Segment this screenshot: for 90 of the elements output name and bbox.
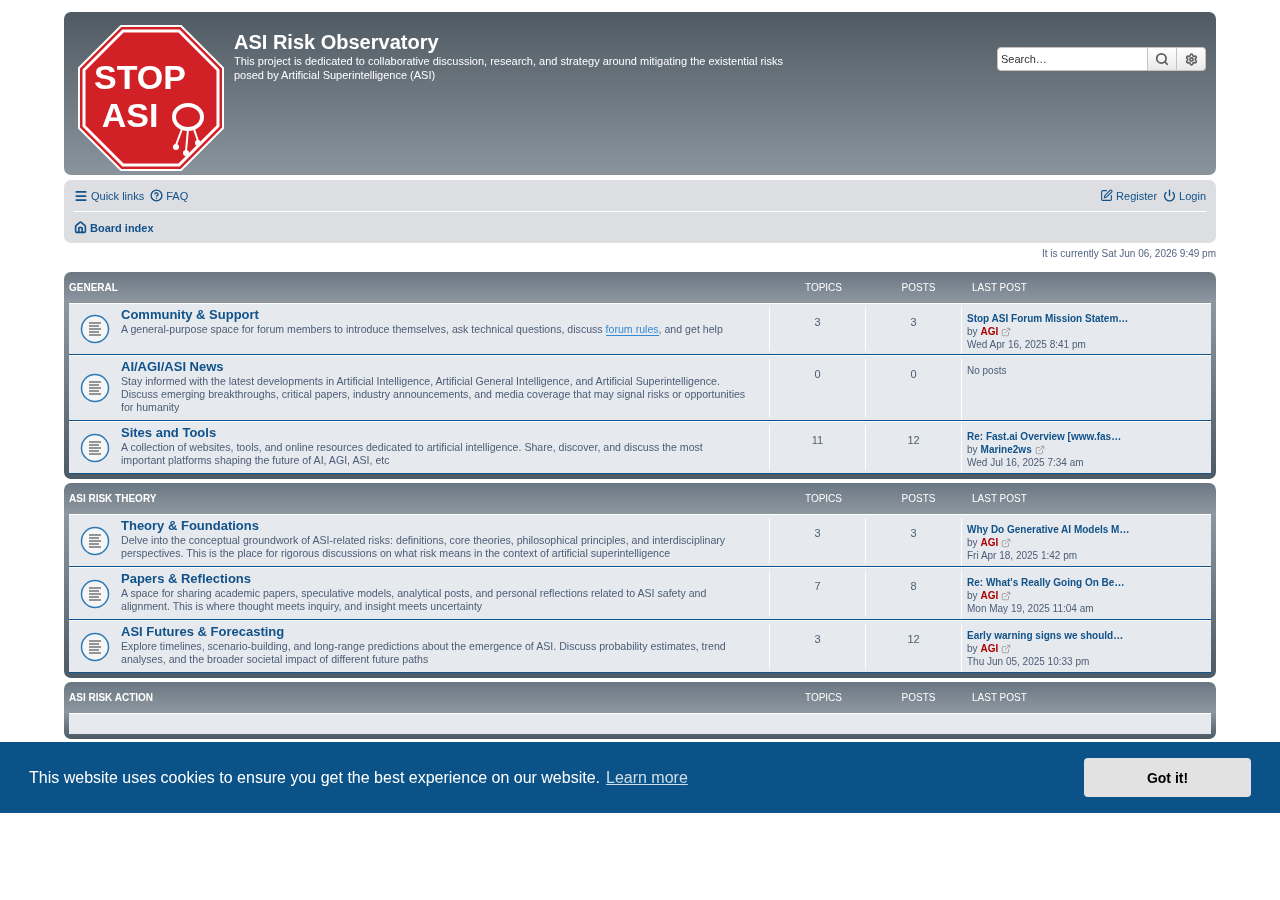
forum-title[interactable]: Papers & Reflections bbox=[121, 571, 252, 587]
forum-icon bbox=[80, 578, 110, 609]
post-time: Thu Jun 05, 2025 10:33 pm bbox=[967, 655, 1090, 668]
topics-count: 3 bbox=[814, 633, 821, 645]
stop-sign-logo[interactable]: STOP ASI bbox=[78, 25, 224, 171]
column-header: TOPICS bbox=[803, 493, 843, 504]
column-header: POSTS bbox=[900, 282, 937, 293]
topics-count: 3 bbox=[814, 316, 821, 328]
no-posts-text: No posts bbox=[967, 364, 1007, 377]
column-header: LAST POST bbox=[971, 692, 1028, 703]
forum-icon bbox=[80, 525, 110, 556]
forum-description: A space for sharing academic papers, speculative models, analytical posts, and personal reflections related to ASI safety and alignment. This is where thought meets inquiry, and insight meets uncertainty bbox=[121, 587, 708, 613]
last-post-title[interactable]: Why Do Generative AI Models M… bbox=[967, 523, 1130, 536]
last-post-title[interactable]: Stop ASI Forum Mission Statem… bbox=[967, 312, 1129, 325]
register-link[interactable]: Register bbox=[1100, 189, 1158, 202]
search-button[interactable] bbox=[1148, 47, 1177, 71]
posts-count: 12 bbox=[907, 633, 920, 645]
current-time: It is currently Sat Jun 06, 2026 9:49 pm bbox=[1041, 247, 1216, 260]
topics-count: 0 bbox=[814, 368, 821, 380]
board-index-link[interactable]: Board index bbox=[74, 221, 154, 234]
topics-count: 7 bbox=[814, 580, 821, 592]
column-header: LAST POST bbox=[971, 282, 1028, 293]
forum-title[interactable]: Theory & Foundations bbox=[121, 518, 259, 534]
last-post-title[interactable]: Re: What's Really Going On Be… bbox=[967, 576, 1125, 589]
power-icon bbox=[1163, 189, 1177, 202]
topics-count: 11 bbox=[811, 434, 824, 446]
view-post-icon[interactable] bbox=[1034, 444, 1045, 455]
cookie-message: This website uses cookies to ensure you get the best experience on our website. Learn more bbox=[29, 768, 689, 787]
author-link[interactable]: AGI bbox=[980, 536, 999, 549]
by-label: by bbox=[967, 642, 978, 655]
post-time: Fri Apr 18, 2025 1:42 pm bbox=[967, 549, 1078, 562]
learn-more-link[interactable]: Learn more bbox=[606, 768, 688, 786]
pen-square-icon bbox=[1100, 189, 1114, 202]
last-post-title[interactable]: Early warning signs we should… bbox=[967, 629, 1124, 642]
posts-count: 3 bbox=[910, 527, 917, 539]
author-link[interactable]: AGI bbox=[980, 642, 999, 655]
author-link[interactable]: AGI bbox=[980, 325, 999, 338]
view-post-icon[interactable] bbox=[1001, 590, 1012, 601]
forum-description: Delve into the conceptual groundwork of ASI-related risks: definitions, core theories, philosophical principles, and interdisciplinary perspectives. This is the place for rigorous discussions on what risk means in the context of artificial superintelligence bbox=[121, 534, 727, 560]
column-header: TOPICS bbox=[803, 692, 843, 703]
author-link[interactable]: AGI bbox=[980, 589, 999, 602]
category-name[interactable]: ASI RISK ACTION bbox=[69, 692, 776, 703]
posts-count: 8 bbox=[910, 580, 917, 592]
menu-icon bbox=[74, 188, 88, 203]
gear-icon bbox=[1184, 52, 1198, 66]
posts-count: 12 bbox=[907, 434, 920, 446]
forum-icon bbox=[80, 314, 110, 344]
category-name[interactable]: GENERAL bbox=[69, 282, 776, 293]
forum-icon bbox=[80, 373, 110, 403]
forum-description: Stay informed with the latest developments in Artificial Intelligence, Artificial General Intelligence, and Artificial Superintelligence. Discuss emerging breakthroughs, critical papers, industry announcements, and media coverage that may signal risks or opportunities for humanity bbox=[121, 375, 747, 414]
column-header: LAST POST bbox=[971, 493, 1028, 504]
quick-links-menu[interactable]: Quick links bbox=[74, 188, 145, 203]
advanced-search-button[interactable] bbox=[1177, 47, 1206, 71]
author-link[interactable]: Marine2ws bbox=[980, 443, 1032, 456]
search-field[interactable]: Search… bbox=[997, 47, 1148, 71]
column-header: POSTS bbox=[900, 493, 937, 504]
post-time: Mon May 19, 2025 11:04 am bbox=[967, 602, 1094, 615]
forum-title[interactable]: Community & Support bbox=[121, 307, 259, 323]
forum-description: Explore timelines, scenario-building, and long-range predictions about the emergence of ASI. Discuss probability estimates, trend analyses, and the broader societal impact of different future paths bbox=[121, 640, 727, 666]
posts-count: 0 bbox=[910, 368, 917, 380]
column-header: TOPICS bbox=[803, 282, 843, 293]
site-title: ASI Risk Observatory bbox=[234, 30, 440, 54]
forum-title[interactable]: ASI Futures & Forecasting bbox=[121, 624, 285, 640]
post-time: Wed Jul 16, 2025 7:34 am bbox=[967, 456, 1084, 469]
view-post-icon[interactable] bbox=[1001, 537, 1012, 548]
view-post-icon[interactable] bbox=[1001, 326, 1012, 337]
forum-description: A general-purpose space for forum members to introduce themselves, ask technical questions, discuss forum rules, and get help bbox=[121, 323, 724, 336]
home-icon bbox=[74, 221, 87, 234]
by-label: by bbox=[967, 325, 978, 338]
column-header: POSTS bbox=[900, 692, 937, 703]
login-link[interactable]: Login bbox=[1163, 189, 1206, 202]
last-post-title[interactable]: Re: Fast.ai Overview [www.fas… bbox=[967, 430, 1122, 443]
forum-icon bbox=[80, 432, 110, 463]
by-label: by bbox=[967, 536, 978, 549]
by-label: by bbox=[967, 443, 978, 456]
post-time: Wed Apr 16, 2025 8:41 pm bbox=[967, 338, 1086, 351]
topics-count: 3 bbox=[814, 527, 821, 539]
search-icon bbox=[1155, 52, 1169, 66]
forum-title[interactable]: Sites and Tools bbox=[121, 425, 217, 441]
category-name[interactable]: ASI RISK THEORY bbox=[69, 493, 776, 504]
forum-description: A collection of websites, tools, and online resources dedicated to artificial intelligence. Share, discover, and discuss the most important platforms shaping the future of AI, AGI, ASI, etc bbox=[121, 441, 704, 467]
forum-title[interactable]: AI/AGI/ASI News bbox=[121, 359, 224, 375]
posts-count: 3 bbox=[910, 316, 917, 328]
view-post-icon[interactable] bbox=[1001, 643, 1012, 654]
faq-link[interactable]: FAQ bbox=[150, 189, 189, 202]
site-description: This project is dedicated to collaborative discussion, research, and strategy around mitigating the existential risks posed by Artificial Superintelligence (ASI) bbox=[234, 54, 785, 82]
accept-cookies-button[interactable]: Got it! bbox=[1084, 758, 1251, 797]
forum-icon bbox=[80, 631, 110, 662]
by-label: by bbox=[967, 589, 978, 602]
help-icon bbox=[150, 189, 164, 202]
